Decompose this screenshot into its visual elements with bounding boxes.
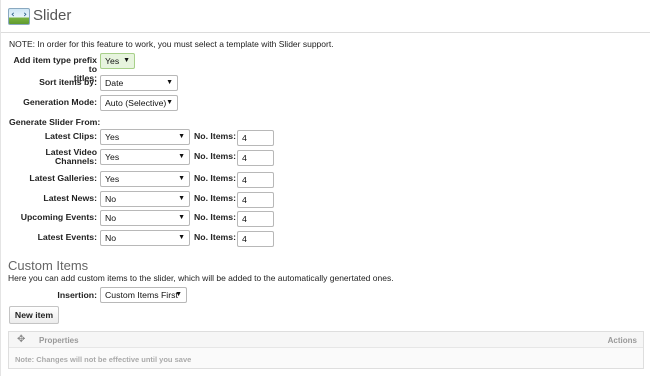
generation-mode-value: Auto (Selective) [105,98,167,108]
generate-row-label: Latest Video Channels: [7,148,98,166]
no-items-label: No. Items: [194,212,236,222]
save-note: Note: Changes will not be effective unti… [15,355,192,364]
generate-row-label-line1: Latest Galleries: [29,173,97,183]
chevron-down-icon: ▼ [166,79,173,86]
insertion-select-value: Custom Items First [105,290,178,300]
template-note: NOTE: In order for this feature to work,… [9,39,334,49]
generate-row-label: Latest Galleries: [7,174,97,183]
generate-row-select[interactable]: No ▼ [100,191,190,207]
sort-select[interactable]: Date ▼ [100,75,178,91]
logo-left-glyph: ‹ [11,10,15,20]
no-items-input[interactable]: 4 [237,172,274,188]
properties-header: Properties [39,336,79,345]
custom-items-title: Custom Items [8,258,89,273]
generate-row-select-value: No [105,233,117,243]
generate-row-label-line1: Latest News: [43,193,97,203]
generate-row-label: Latest News: [7,194,97,203]
move-arrows-icon[interactable]: ✥ [17,334,25,345]
new-item-button[interactable]: New item [9,306,59,324]
no-items-input[interactable]: 4 [237,150,274,166]
page-header: ‹ › Slider [1,0,650,33]
no-items-label: No. Items: [194,151,236,161]
generate-heading: Generate Slider From: [9,117,101,127]
sort-select-value: Date [105,78,124,88]
prefix-select-value: Yes [105,56,120,66]
generate-row-select-value: No [105,194,117,204]
generate-row-select[interactable]: No ▼ [100,210,190,226]
no-items-input[interactable]: 4 [237,192,274,208]
no-items-input[interactable]: 4 [237,211,274,227]
generate-row-label-line1: Upcoming Events: [20,212,97,222]
generation-mode-select[interactable]: Auto (Selective) ▼ [100,95,178,111]
generate-row-select[interactable]: Yes ▼ [100,129,190,145]
generate-row-select[interactable]: Yes ▼ [100,149,190,165]
chevron-down-icon: ▼ [178,133,185,140]
generate-row-label: Upcoming Events: [7,213,97,222]
no-items-input[interactable]: 4 [237,231,274,247]
no-items-label: No. Items: [194,193,236,203]
prefix-select[interactable]: Yes ▼ [100,53,135,69]
custom-items-table: ✥ Properties Actions Note: Changes will … [8,331,644,369]
generate-row-label: Latest Clips: [7,132,97,141]
no-items-input[interactable]: 4 [237,130,274,146]
insertion-select[interactable]: Custom Items First ▼ [100,287,187,303]
chevron-down-icon: ▼ [123,57,130,64]
sort-label: Sort items by: [39,77,97,87]
generate-row-select-value: Yes [105,152,120,162]
chevron-down-icon: ▼ [178,214,185,221]
no-items-label: No. Items: [194,173,236,183]
logo-right-glyph: › [23,10,27,20]
chevron-down-icon: ▼ [166,99,173,106]
prefix-label-line1: Add item type prefix to [13,55,97,74]
slider-settings-panel: ‹ › Slider NOTE: In order for this featu… [0,0,650,376]
custom-items-description: Here you can add custom items to the sli… [8,273,394,283]
generate-row-label: Latest Events: [7,233,97,242]
chevron-down-icon: ▼ [178,234,185,241]
generate-row-select[interactable]: Yes ▼ [100,171,190,187]
generate-row-label-line2: Channels: [55,156,97,166]
generation-mode-label: Generation Mode: [23,97,97,107]
chevron-down-icon: ▼ [178,175,185,182]
actions-header: Actions [607,336,637,345]
no-items-label: No. Items: [194,232,236,242]
table-header: ✥ Properties Actions [9,332,643,348]
chevron-down-icon: ▼ [178,153,185,160]
generate-row-select-value: Yes [105,174,120,184]
generate-row-select-value: No [105,213,117,223]
slider-image-icon: ‹ › [8,8,30,25]
insertion-label: Insertion: [57,290,97,300]
generate-row-select[interactable]: No ▼ [100,230,190,246]
chevron-down-icon: ▼ [178,195,185,202]
no-items-label: No. Items: [194,131,236,141]
generate-row-select-value: Yes [105,132,120,142]
chevron-down-icon: ▼ [175,291,182,298]
generate-row-label-line1: Latest Clips: [44,131,97,141]
page-title: Slider [33,7,72,24]
generate-row-label-line1: Latest Events: [37,232,97,242]
